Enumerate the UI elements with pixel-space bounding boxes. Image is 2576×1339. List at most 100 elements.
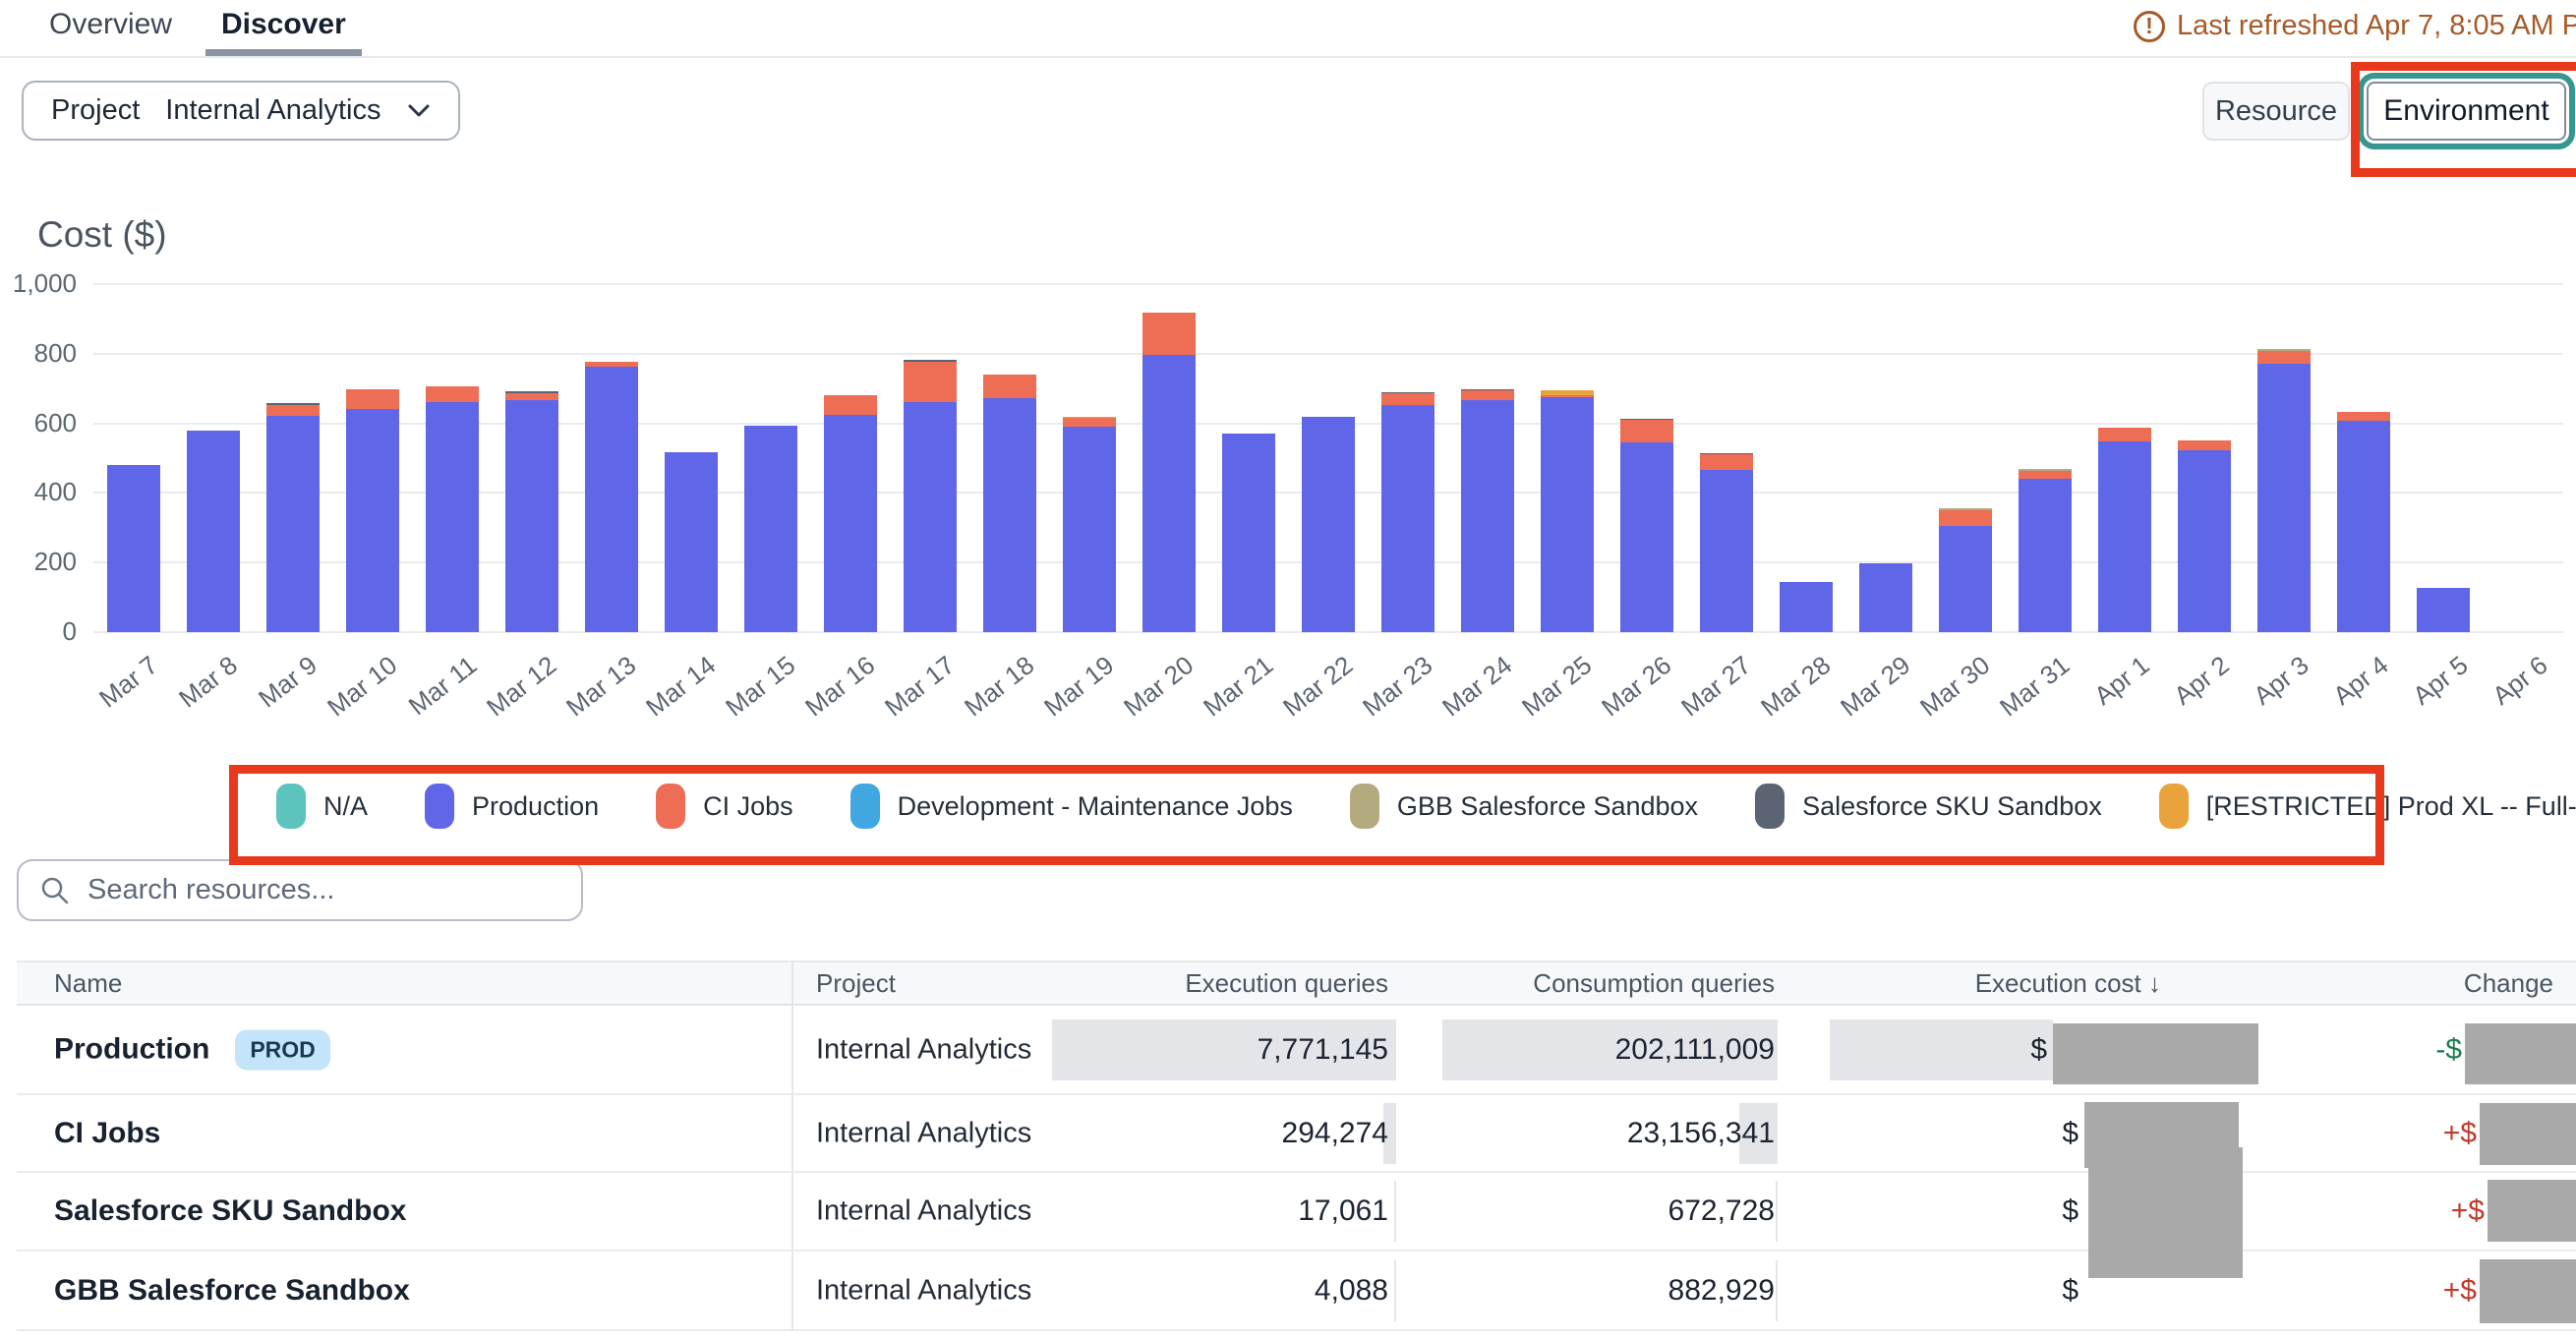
cost-bar[interactable] xyxy=(744,426,797,632)
top-tab-bar: Overview Discover ! Last refreshed Apr 7… xyxy=(0,0,2576,58)
column-header-execution-cost[interactable]: Execution cost ↓ xyxy=(1975,962,2161,1005)
cost-bar[interactable] xyxy=(665,452,718,632)
bar-segment-ci_jobs xyxy=(1461,390,1514,399)
chart-legend: N/A Production CI Jobs Development - Mainte… xyxy=(237,773,2359,840)
bar-segment-production xyxy=(1620,442,1673,632)
column-header-execution-queries[interactable]: Execution queries xyxy=(1185,962,1388,1005)
cost-bar[interactable] xyxy=(1302,417,1355,632)
change-prefix: +$ xyxy=(2451,1194,2485,1228)
cost-bar[interactable] xyxy=(187,431,240,632)
chevron-down-icon xyxy=(407,103,431,119)
environment-toggle-button[interactable]: Environment xyxy=(2367,82,2566,141)
bar-segment-ci_jobs xyxy=(824,395,877,414)
legend-item-restricted[interactable]: [RESTRICTED] Prod XL -- Full-Refresh job… xyxy=(2159,784,2576,829)
legend-item-gbb_sandbox[interactable]: GBB Salesforce Sandbox xyxy=(1350,784,1698,829)
cost-bar[interactable] xyxy=(983,375,1036,632)
x-axis-tick-label: Mar 11 xyxy=(402,650,482,722)
project-cell: Internal Analytics xyxy=(816,1033,1031,1066)
column-header-name[interactable]: Name xyxy=(54,962,122,1005)
x-axis-tick-label: Apr 2 xyxy=(2168,650,2235,712)
x-axis-tick-label: Mar 18 xyxy=(959,650,1040,723)
column-header-consumption-queries[interactable]: Consumption queries xyxy=(1533,962,1775,1005)
x-axis-tick-label: Mar 31 xyxy=(1995,650,2077,723)
cost-bar[interactable] xyxy=(1381,392,1434,632)
tab-overview[interactable]: Overview xyxy=(49,8,172,41)
bar-segment-production xyxy=(1222,434,1275,632)
bar-segment-production xyxy=(1700,470,1753,632)
legend-swatch-production xyxy=(425,784,454,829)
cost-bar[interactable] xyxy=(346,389,399,632)
tab-discover[interactable]: Discover xyxy=(221,8,346,41)
cost-bar[interactable] xyxy=(2257,349,2311,632)
bar-segment-production xyxy=(505,400,558,632)
resource-search[interactable] xyxy=(17,859,583,921)
bar-segment-production xyxy=(1302,417,1355,632)
bar-segment-production xyxy=(1780,582,1833,632)
cost-bar[interactable] xyxy=(824,395,877,632)
cost-bar[interactable] xyxy=(1063,417,1116,632)
redaction-execution-cost-rows3-4 xyxy=(2088,1147,2243,1278)
redaction-change-row1 xyxy=(2465,1023,2576,1084)
resource-toggle-button[interactable]: Resource xyxy=(2202,82,2350,141)
legend-item-ci_jobs[interactable]: CI Jobs xyxy=(656,784,793,829)
x-axis-tick-label: Mar 21 xyxy=(1198,650,1279,723)
cost-bar[interactable] xyxy=(2337,412,2390,632)
search-input[interactable] xyxy=(86,873,522,907)
cost-bar[interactable] xyxy=(2417,588,2470,632)
redaction-change-row4 xyxy=(2480,1259,2576,1323)
project-cell: Internal Analytics xyxy=(816,1274,1031,1307)
cost-bar[interactable] xyxy=(2019,469,2072,632)
bar-segment-production xyxy=(744,426,797,632)
bar-segment-ci_jobs xyxy=(2019,471,2072,479)
cost-bar[interactable] xyxy=(2178,440,2231,632)
cost-bar[interactable] xyxy=(505,391,558,632)
x-axis-tick-label: Mar 8 xyxy=(173,650,243,714)
cost-bar[interactable] xyxy=(107,465,160,632)
legend-item-dev_maintenance[interactable]: Development - Maintenance Jobs xyxy=(850,784,1293,829)
cost-bar[interactable] xyxy=(1780,582,1833,632)
bar-segment-ci_jobs xyxy=(1142,313,1196,354)
bar-segment-production xyxy=(2178,450,2231,632)
bar-segment-production xyxy=(2257,364,2311,632)
legend-swatch-restricted xyxy=(2159,784,2189,829)
resource-name-cell: CI Jobs xyxy=(54,1117,160,1150)
cost-bar[interactable] xyxy=(1461,389,1514,632)
cost-bar[interactable] xyxy=(2098,428,2151,633)
x-axis-tick-label: Mar 16 xyxy=(799,650,881,723)
column-header-project[interactable]: Project xyxy=(816,962,896,1005)
cost-bar[interactable] xyxy=(1620,419,1673,632)
column-header-change[interactable]: Change xyxy=(2464,962,2553,1005)
legend-item-production[interactable]: Production xyxy=(425,784,599,829)
cost-bar[interactable] xyxy=(426,386,479,632)
x-axis-tick-label: Mar 25 xyxy=(1516,650,1598,723)
legend-label: Development - Maintenance Jobs xyxy=(898,791,1293,822)
cost-bar-chart: 1,0008006004002000Mar 7Mar 8Mar 9Mar 10M… xyxy=(93,284,2563,632)
redaction-execution-cost-row1 xyxy=(2053,1023,2258,1084)
consumption-queries-value: 882,929 xyxy=(1669,1274,1775,1308)
project-filter-dropdown[interactable]: Project Internal Analytics xyxy=(22,81,460,141)
cost-bar[interactable] xyxy=(904,360,957,632)
resource-name: Production xyxy=(54,1033,209,1067)
cost-bar[interactable] xyxy=(1939,508,1992,632)
bar-segment-ci_jobs xyxy=(2178,440,2231,450)
cost-bar[interactable] xyxy=(1859,563,1912,632)
cost-bar[interactable] xyxy=(266,403,320,632)
cost-bar[interactable] xyxy=(585,362,638,632)
legend-label: N/A xyxy=(323,791,368,822)
execution-cost-prefix: $ xyxy=(2030,1033,2047,1067)
y-axis-tick-label: 800 xyxy=(0,338,77,369)
cost-bar[interactable] xyxy=(1700,453,1753,632)
resource-name-cell: Salesforce SKU Sandbox xyxy=(54,1194,406,1228)
legend-item-na[interactable]: N/A xyxy=(276,784,368,829)
bar-segment-ci_jobs xyxy=(1063,418,1116,427)
legend-label: CI Jobs xyxy=(703,791,793,822)
cost-bar[interactable] xyxy=(1142,313,1196,632)
resource-name: CI Jobs xyxy=(54,1117,160,1150)
execution-queries-value: 294,274 xyxy=(1282,1117,1388,1150)
project-filter-label: Project xyxy=(51,94,140,127)
cost-bar[interactable] xyxy=(1222,434,1275,632)
chart-gridline xyxy=(93,353,2563,355)
x-axis-tick-label: Mar 17 xyxy=(879,650,961,723)
cost-bar[interactable] xyxy=(1541,390,1594,632)
legend-item-sku_sandbox[interactable]: Salesforce SKU Sandbox xyxy=(1755,784,2102,829)
